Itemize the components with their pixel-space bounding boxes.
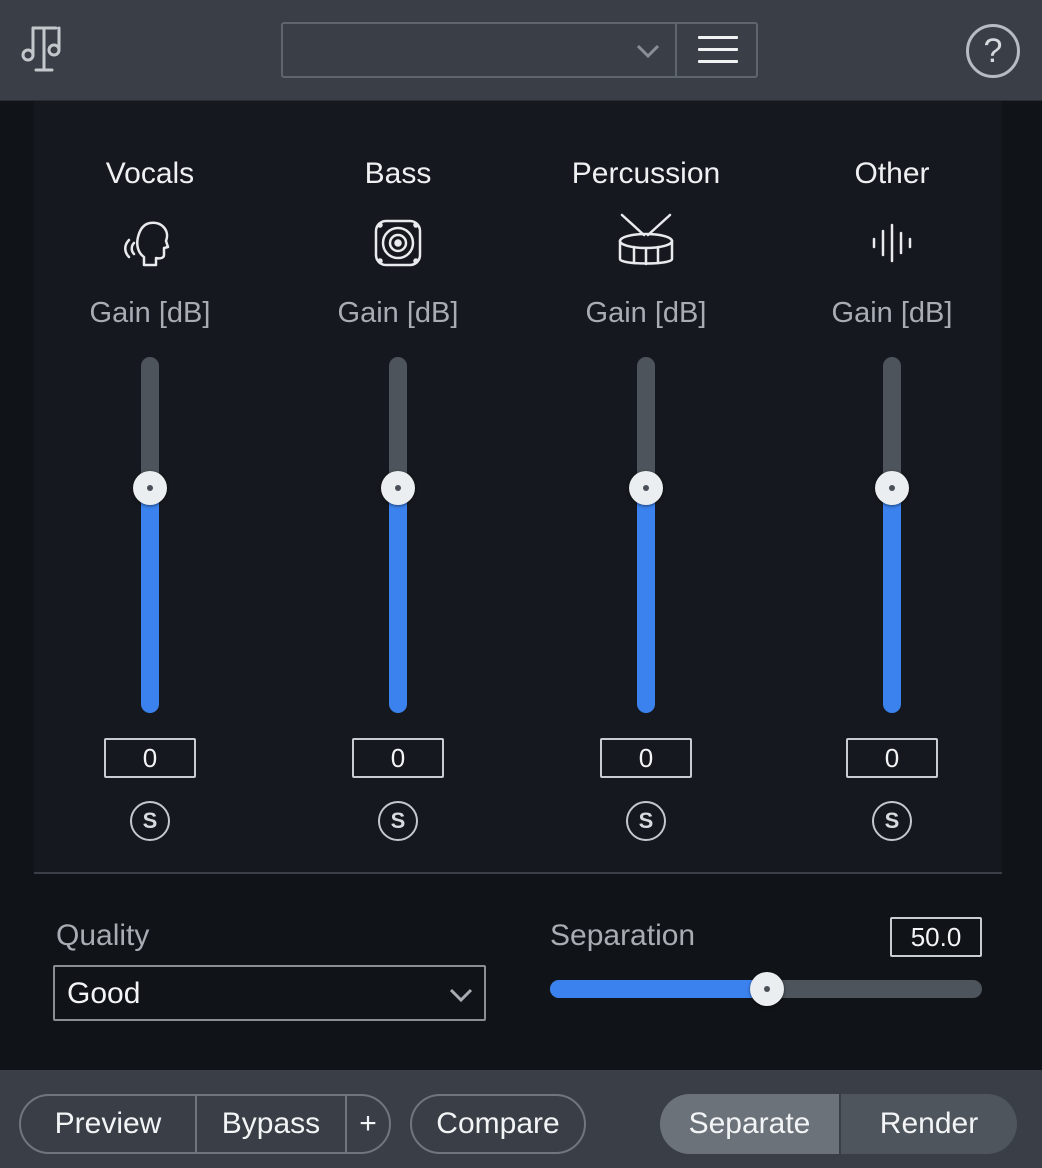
gain-value-field[interactable]: 0 (104, 738, 196, 778)
preview-bypass-group: Preview Bypass + (19, 1094, 391, 1154)
channel-name: Bass (364, 157, 432, 190)
slider-thumb[interactable] (629, 471, 663, 505)
gain-slider[interactable] (875, 357, 909, 713)
channel-vocals: Vocals Gain [dB] 0 S (50, 101, 250, 872)
separate-button[interactable]: Separate (660, 1094, 839, 1154)
gain-value-field[interactable]: 0 (352, 738, 444, 778)
channels-panel: Vocals Gain [dB] 0 S Bass Gain [dB] 0 S … (34, 101, 1002, 872)
gain-label: Gain [dB] (89, 297, 211, 329)
gain-label: Gain [dB] (337, 297, 459, 329)
gain-value-field[interactable]: 0 (846, 738, 938, 778)
main-panel: Vocals Gain [dB] 0 S Bass Gain [dB] 0 S … (0, 101, 1042, 1070)
voice-head-icon (124, 221, 170, 267)
slider-fill (141, 490, 159, 713)
bottom-bar: Preview Bypass + Compare Separate Render (0, 1070, 1042, 1168)
preset-dropdown[interactable] (281, 22, 758, 78)
compare-group: Compare (410, 1094, 586, 1154)
divider (34, 872, 1002, 874)
preset-menu-button[interactable] (675, 24, 756, 76)
slider-fill (883, 490, 901, 713)
slider-fill (637, 490, 655, 713)
gain-label: Gain [dB] (585, 297, 707, 329)
compare-button[interactable]: Compare (412, 1096, 584, 1152)
channel-percussion: Percussion Gain [dB] 0 S (546, 101, 746, 872)
solo-button[interactable]: S (378, 801, 418, 841)
chevron-down-icon[interactable] (633, 40, 663, 62)
quality-label: Quality (56, 919, 150, 952)
channel-name: Vocals (105, 157, 195, 190)
music-notes-logo-icon (21, 26, 61, 72)
separation-label: Separation (550, 919, 696, 952)
gain-slider[interactable] (133, 357, 167, 713)
slider-thumb[interactable] (750, 972, 784, 1006)
slider-thumb[interactable] (133, 471, 167, 505)
channel-other: Other Gain [dB] 0 S (792, 101, 992, 872)
gain-value-field[interactable]: 0 (600, 738, 692, 778)
separation-slider[interactable] (550, 972, 982, 1006)
top-bar: ? (0, 0, 1042, 101)
quality-value: Good (67, 977, 141, 1010)
hamburger-menu-icon (698, 36, 738, 39)
drum-icon (618, 213, 674, 266)
speaker-icon (374, 219, 422, 267)
waveform-icon (872, 223, 912, 263)
channel-name: Percussion (571, 157, 721, 190)
channel-bass: Bass Gain [dB] 0 S (298, 101, 498, 872)
slider-thumb[interactable] (381, 471, 415, 505)
separate-render-group: Separate Render (660, 1094, 1017, 1154)
slider-fill (550, 980, 767, 998)
solo-button[interactable]: S (872, 801, 912, 841)
slider-thumb[interactable] (875, 471, 909, 505)
gain-label: Gain [dB] (831, 297, 953, 329)
solo-button[interactable]: S (626, 801, 666, 841)
add-button[interactable]: + (345, 1096, 389, 1152)
gain-slider[interactable] (381, 357, 415, 713)
slider-fill (389, 490, 407, 713)
render-button[interactable]: Render (839, 1094, 1017, 1154)
channel-name: Other (854, 157, 930, 190)
gain-slider[interactable] (629, 357, 663, 713)
help-button[interactable]: ? (966, 24, 1020, 78)
separation-value-field[interactable]: 50.0 (890, 917, 982, 957)
quality-dropdown[interactable]: Good (53, 965, 486, 1021)
solo-button[interactable]: S (130, 801, 170, 841)
preview-button[interactable]: Preview (21, 1096, 195, 1152)
bypass-button[interactable]: Bypass (195, 1096, 345, 1152)
chevron-down-icon (449, 988, 473, 1003)
